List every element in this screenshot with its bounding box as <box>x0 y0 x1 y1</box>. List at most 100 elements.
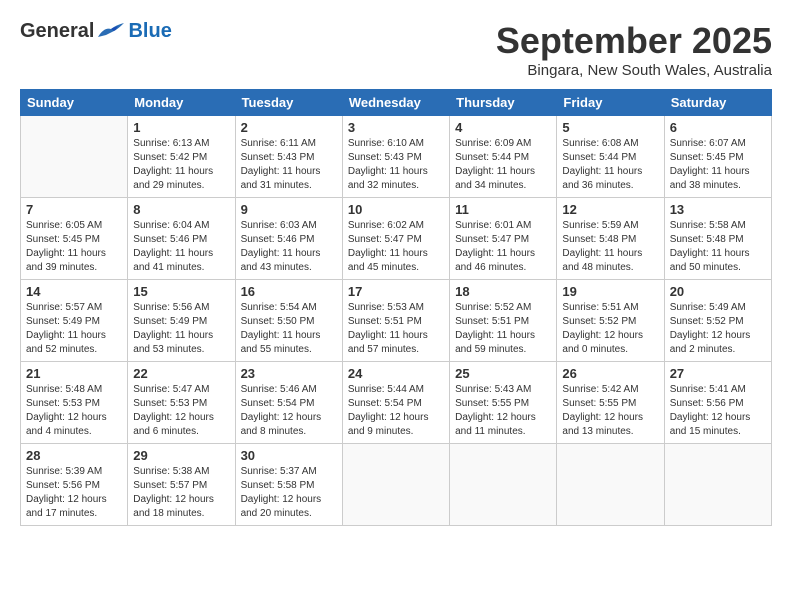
calendar-cell: 13 Sunrise: 5:58 AMSunset: 5:48 PMDayligh… <box>664 198 771 280</box>
calendar-header-friday: Friday <box>557 90 664 116</box>
day-number: 8 <box>133 202 229 217</box>
calendar-header-saturday: Saturday <box>664 90 771 116</box>
calendar-cell <box>21 116 128 198</box>
calendar-cell: 27 Sunrise: 5:41 AMSunset: 5:56 PMDayligh… <box>664 362 771 444</box>
calendar-cell: 25Sunrise: 5:43 AMSunset: 5:55 PMDayligh… <box>450 362 557 444</box>
day-info: Sunrise: 6:02 AMSunset: 5:47 PMDaylight:… <box>348 219 444 275</box>
day-info: Sunrise: 6:09 AMSunset: 5:44 PMDaylight:… <box>455 137 551 193</box>
calendar-table: SundayMondayTuesdayWednesdayThursdayFrid… <box>20 89 772 526</box>
day-number: 23 <box>241 366 337 381</box>
week-row-5: 28 Sunrise: 5:39 AMSunset: 5:56 PMDayligh… <box>21 444 772 526</box>
day-info: Sunrise: 5:37 AMSunset: 5:58 PMDaylight:… <box>241 465 337 521</box>
day-number: 22 <box>133 366 229 381</box>
day-number: 2 <box>241 120 337 135</box>
calendar-cell: 20 Sunrise: 5:49 AMSunset: 5:52 PMDayligh… <box>664 280 771 362</box>
day-info: Sunrise: 5:59 AMSunset: 5:48 PMDaylight:… <box>562 219 658 275</box>
day-info: Sunrise: 5:39 AMSunset: 5:56 PMDaylight:… <box>26 465 122 521</box>
day-number: 24 <box>348 366 444 381</box>
day-info: Sunrise: 5:51 AMSunset: 5:52 PMDaylight:… <box>562 301 658 357</box>
day-info: Sunrise: 5:41 AMSunset: 5:56 PMDaylight:… <box>670 383 766 439</box>
day-info: Sunrise: 6:03 AMSunset: 5:46 PMDaylight:… <box>241 219 337 275</box>
day-info: Sunrise: 5:57 AMSunset: 5:49 PMDaylight:… <box>26 301 122 357</box>
day-number: 11 <box>455 202 551 217</box>
week-row-3: 14 Sunrise: 5:57 AMSunset: 5:49 PMDayligh… <box>21 280 772 362</box>
calendar-cell: 18 Sunrise: 5:52 AMSunset: 5:51 PMDayligh… <box>450 280 557 362</box>
calendar-cell: 14 Sunrise: 5:57 AMSunset: 5:49 PMDayligh… <box>21 280 128 362</box>
day-number: 3 <box>348 120 444 135</box>
calendar-cell: 24 Sunrise: 5:44 AMSunset: 5:54 PMDayligh… <box>342 362 449 444</box>
calendar-cell <box>342 444 449 526</box>
day-number: 7 <box>26 202 122 217</box>
day-number: 17 <box>348 284 444 299</box>
week-row-2: 7 Sunrise: 6:05 AMSunset: 5:45 PMDaylight… <box>21 198 772 280</box>
calendar-header-monday: Monday <box>128 90 235 116</box>
logo-blue-text: Blue <box>128 20 171 43</box>
week-row-4: 21 Sunrise: 5:48 AMSunset: 5:53 PMDayligh… <box>21 362 772 444</box>
calendar-cell: 9 Sunrise: 6:03 AMSunset: 5:46 PMDaylight… <box>235 198 342 280</box>
logo-general-text: General <box>20 20 94 43</box>
calendar-cell: 7 Sunrise: 6:05 AMSunset: 5:45 PMDaylight… <box>21 198 128 280</box>
calendar-header-row: SundayMondayTuesdayWednesdayThursdayFrid… <box>21 90 772 116</box>
day-number: 18 <box>455 284 551 299</box>
calendar-header-wednesday: Wednesday <box>342 90 449 116</box>
page-header: General Blue September 2025 Bingara, New… <box>20 20 772 79</box>
day-info: Sunrise: 5:52 AMSunset: 5:51 PMDaylight:… <box>455 301 551 357</box>
calendar-cell <box>664 444 771 526</box>
calendar-cell: 4Sunrise: 6:09 AMSunset: 5:44 PMDaylight… <box>450 116 557 198</box>
day-info: Sunrise: 6:01 AMSunset: 5:47 PMDaylight:… <box>455 219 551 275</box>
calendar-cell: 26 Sunrise: 5:42 AMSunset: 5:55 PMDayligh… <box>557 362 664 444</box>
calendar-cell: 5Sunrise: 6:08 AMSunset: 5:44 PMDaylight… <box>557 116 664 198</box>
day-number: 10 <box>348 202 444 217</box>
calendar-cell: 21 Sunrise: 5:48 AMSunset: 5:53 PMDayligh… <box>21 362 128 444</box>
day-info: Sunrise: 6:13 AMSunset: 5:42 PMDaylight:… <box>133 137 229 193</box>
month-title: September 2025 <box>496 20 772 62</box>
calendar-cell: 12 Sunrise: 5:59 AMSunset: 5:48 PMDayligh… <box>557 198 664 280</box>
day-info: Sunrise: 5:38 AMSunset: 5:57 PMDaylight:… <box>133 465 229 521</box>
calendar-header-tuesday: Tuesday <box>235 90 342 116</box>
calendar-cell: 8Sunrise: 6:04 AMSunset: 5:46 PMDaylight… <box>128 198 235 280</box>
day-number: 9 <box>241 202 337 217</box>
logo: General Blue <box>20 20 172 43</box>
day-number: 20 <box>670 284 766 299</box>
calendar-cell: 16 Sunrise: 5:54 AMSunset: 5:50 PMDayligh… <box>235 280 342 362</box>
calendar-cell: 1 Sunrise: 6:13 AMSunset: 5:42 PMDaylight… <box>128 116 235 198</box>
day-info: Sunrise: 5:46 AMSunset: 5:54 PMDaylight:… <box>241 383 337 439</box>
day-info: Sunrise: 5:56 AMSunset: 5:49 PMDaylight:… <box>133 301 229 357</box>
day-number: 26 <box>562 366 658 381</box>
title-block: September 2025 Bingara, New South Wales,… <box>496 20 772 79</box>
day-number: 27 <box>670 366 766 381</box>
calendar-cell: 15 Sunrise: 5:56 AMSunset: 5:49 PMDayligh… <box>128 280 235 362</box>
calendar-cell: 30 Sunrise: 5:37 AMSunset: 5:58 PMDayligh… <box>235 444 342 526</box>
day-number: 30 <box>241 448 337 463</box>
calendar-cell: 17 Sunrise: 5:53 AMSunset: 5:51 PMDayligh… <box>342 280 449 362</box>
day-info: Sunrise: 5:42 AMSunset: 5:55 PMDaylight:… <box>562 383 658 439</box>
calendar-cell: 10 Sunrise: 6:02 AMSunset: 5:47 PMDayligh… <box>342 198 449 280</box>
day-number: 29 <box>133 448 229 463</box>
day-number: 16 <box>241 284 337 299</box>
calendar-cell: 11 Sunrise: 6:01 AMSunset: 5:47 PMDayligh… <box>450 198 557 280</box>
day-number: 14 <box>26 284 122 299</box>
day-number: 28 <box>26 448 122 463</box>
day-number: 12 <box>562 202 658 217</box>
day-number: 15 <box>133 284 229 299</box>
week-row-1: 1 Sunrise: 6:13 AMSunset: 5:42 PMDaylight… <box>21 116 772 198</box>
day-info: Sunrise: 5:58 AMSunset: 5:48 PMDaylight:… <box>670 219 766 275</box>
calendar-cell <box>450 444 557 526</box>
day-number: 13 <box>670 202 766 217</box>
day-info: Sunrise: 6:05 AMSunset: 5:45 PMDaylight:… <box>26 219 122 275</box>
day-number: 1 <box>133 120 229 135</box>
calendar-header-thursday: Thursday <box>450 90 557 116</box>
day-info: Sunrise: 6:07 AMSunset: 5:45 PMDaylight:… <box>670 137 766 193</box>
day-info: Sunrise: 5:44 AMSunset: 5:54 PMDaylight:… <box>348 383 444 439</box>
calendar-cell: 29 Sunrise: 5:38 AMSunset: 5:57 PMDayligh… <box>128 444 235 526</box>
day-number: 21 <box>26 366 122 381</box>
calendar-cell: 3 Sunrise: 6:10 AMSunset: 5:43 PMDaylight… <box>342 116 449 198</box>
day-info: Sunrise: 6:10 AMSunset: 5:43 PMDaylight:… <box>348 137 444 193</box>
calendar-cell: 6Sunrise: 6:07 AMSunset: 5:45 PMDaylight… <box>664 116 771 198</box>
day-info: Sunrise: 5:48 AMSunset: 5:53 PMDaylight:… <box>26 383 122 439</box>
day-info: Sunrise: 5:53 AMSunset: 5:51 PMDaylight:… <box>348 301 444 357</box>
calendar-cell: 22Sunrise: 5:47 AMSunset: 5:53 PMDayligh… <box>128 362 235 444</box>
day-info: Sunrise: 5:54 AMSunset: 5:50 PMDaylight:… <box>241 301 337 357</box>
location-text: Bingara, New South Wales, Australia <box>496 62 772 79</box>
day-info: Sunrise: 5:49 AMSunset: 5:52 PMDaylight:… <box>670 301 766 357</box>
